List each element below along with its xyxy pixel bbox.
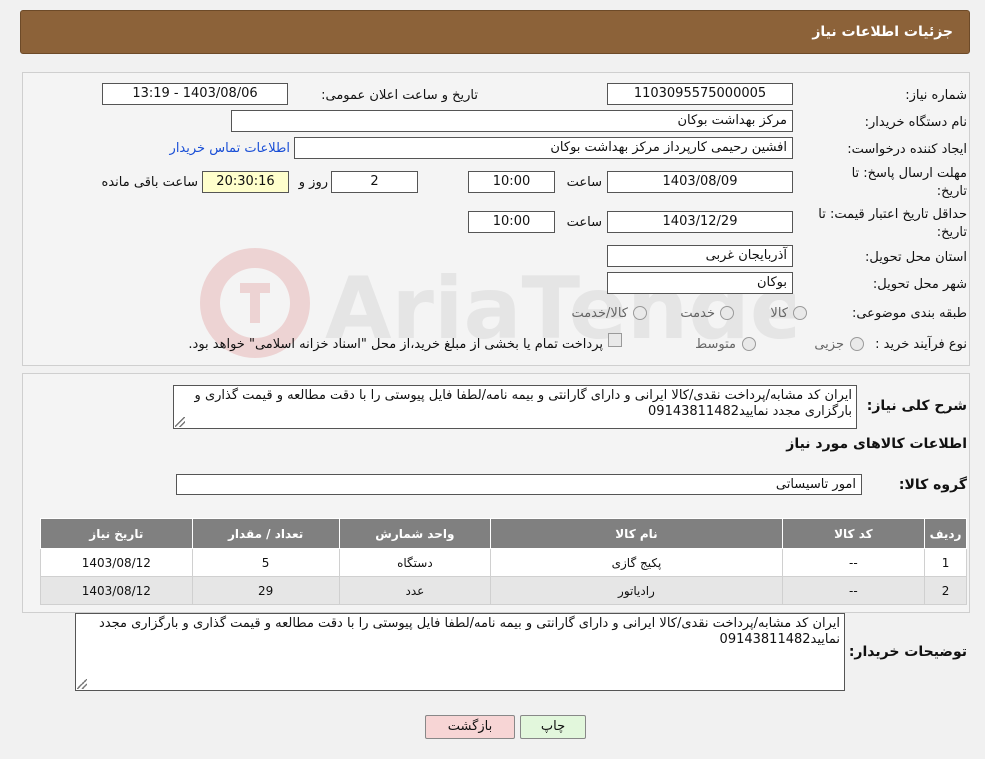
province-label: استان محل تحویل:: [865, 250, 967, 265]
reply-deadline-label: مهلت ارسال پاسخ: تا: [851, 166, 967, 181]
cell-unit: دستگاه: [338, 548, 492, 577]
col-code-header: کد کالا: [781, 518, 926, 549]
announce-datetime-label: تاریخ و ساعت اعلان عمومی:: [321, 88, 478, 103]
print-button[interactable]: چاپ: [520, 715, 586, 739]
goods-group-field: امور تاسیساتی: [176, 474, 862, 495]
cell-date: 1403/08/12: [40, 548, 193, 577]
cell-qty: 29: [191, 576, 340, 605]
cell-date: 1403/08/12: [40, 576, 193, 605]
purchase-type-radio-minor[interactable]: [850, 337, 864, 351]
cell-row: 2: [924, 576, 967, 605]
category-radio-goods[interactable]: [793, 306, 807, 320]
cell-name: پکیج گازی: [490, 548, 783, 577]
price-validity-time-field: 10:00: [468, 211, 555, 233]
category-radio-service[interactable]: [720, 306, 734, 320]
treasury-note: پرداخت تمام یا بخشی از مبلغ خرید،از محل …: [188, 337, 603, 352]
requester-field: افشین رحیمی کارپرداز مرکز بهداشت بوکان: [294, 137, 793, 159]
category-radio-goods-service[interactable]: [633, 306, 647, 320]
goods-group-label: گروه کالا:: [898, 477, 967, 493]
reply-deadline-date-field: 1403/08/09: [607, 171, 793, 193]
reply-deadline-days-field: 2: [331, 171, 418, 193]
price-validity-time-label: ساعت: [566, 215, 602, 230]
purchase-type-option-medium: متوسط: [695, 337, 736, 352]
announce-datetime-field: 1403/08/06 - 13:19: [102, 83, 288, 105]
purchase-type-option-minor: جزیی: [814, 337, 844, 352]
buyer-contact-link[interactable]: اطلاعات تماس خریدار: [156, 141, 290, 156]
cell-code: --: [781, 548, 926, 577]
need-number-field: 1103095575000005: [607, 83, 793, 105]
need-number-label: شماره نیاز:: [905, 88, 967, 103]
items-section-title: اطلاعات کالاهای مورد نیاز: [786, 436, 967, 452]
resize-grip-icon[interactable]: [77, 679, 87, 689]
items-table-wrap: ردیف کد کالا نام کالا واحد شمارش تعداد /…: [40, 518, 967, 605]
cell-name: رادیاتور: [490, 576, 783, 605]
col-date-header: تاریخ نیاز: [40, 518, 193, 549]
col-unit-header: واحد شمارش: [338, 518, 492, 549]
price-validity-label-2: تاریخ:: [936, 225, 967, 240]
price-validity-date-field: 1403/12/29: [607, 211, 793, 233]
back-button[interactable]: بازگشت: [425, 715, 515, 739]
col-name-header: نام کالا: [490, 518, 783, 549]
cell-row: 1: [924, 548, 967, 577]
resize-grip-icon[interactable]: [175, 417, 185, 427]
buyer-notes-text: ایران کد مشابه/پرداخت نقدی/کالا ایرانی و…: [99, 616, 840, 647]
buyer-notes-label: توضیحات خریدار:: [848, 644, 967, 660]
description-text: ایران کد مشابه/پرداخت نقدی/کالا ایرانی و…: [194, 388, 852, 419]
city-label: شهر محل تحویل:: [872, 277, 967, 292]
reply-deadline-label-2: تاریخ:: [936, 184, 967, 199]
table-row: 2 -- رادیاتور عدد 29 1403/08/12: [40, 576, 967, 605]
buyer-name-label: نام دستگاه خریدار:: [864, 115, 967, 130]
buyer-notes-textarea[interactable]: ایران کد مشابه/پرداخت نقدی/کالا ایرانی و…: [75, 613, 845, 691]
col-qty-header: تعداد / مقدار: [191, 518, 340, 549]
description-textarea[interactable]: ایران کد مشابه/پرداخت نقدی/کالا ایرانی و…: [173, 385, 857, 429]
price-validity-label: حداقل تاریخ اعتبار قیمت: تا: [818, 207, 967, 222]
category-option-service: خدمت: [680, 306, 715, 321]
remaining-time-label: ساعت باقی مانده: [101, 175, 198, 190]
description-label: شرح کلی نیاز:: [866, 398, 967, 414]
cell-code: --: [781, 576, 926, 605]
category-label: طبقه بندی موضوعی:: [851, 306, 967, 321]
cell-qty: 5: [191, 548, 340, 577]
requester-label: ایجاد کننده درخواست:: [847, 142, 967, 157]
remaining-time-field: 20:30:16: [202, 171, 289, 193]
purchase-type-label: نوع فرآیند خرید :: [875, 337, 967, 352]
items-table: ردیف کد کالا نام کالا واحد شمارش تعداد /…: [40, 518, 967, 605]
category-option-goods-service: کالا/خدمت: [571, 306, 628, 321]
category-option-goods: کالا: [770, 306, 788, 321]
table-header-row: ردیف کد کالا نام کالا واحد شمارش تعداد /…: [40, 518, 967, 549]
reply-deadline-time-label: ساعت: [566, 175, 602, 190]
days-label: روز و: [298, 175, 328, 190]
treasury-checkbox[interactable]: [608, 333, 622, 347]
province-field: آذربایجان غربی: [607, 245, 793, 267]
col-row-header: ردیف: [924, 518, 967, 549]
table-row: 1 -- پکیج گازی دستگاه 5 1403/08/12: [40, 548, 967, 577]
page-title: جزئیات اطلاعات نیاز: [812, 24, 953, 40]
buyer-name-field: مرکز بهداشت بوکان: [231, 110, 793, 132]
cell-unit: عدد: [338, 576, 492, 605]
page-header: جزئیات اطلاعات نیاز: [20, 10, 970, 54]
reply-deadline-time-field: 10:00: [468, 171, 555, 193]
purchase-type-radio-medium[interactable]: [742, 337, 756, 351]
city-field: بوکان: [607, 272, 793, 294]
